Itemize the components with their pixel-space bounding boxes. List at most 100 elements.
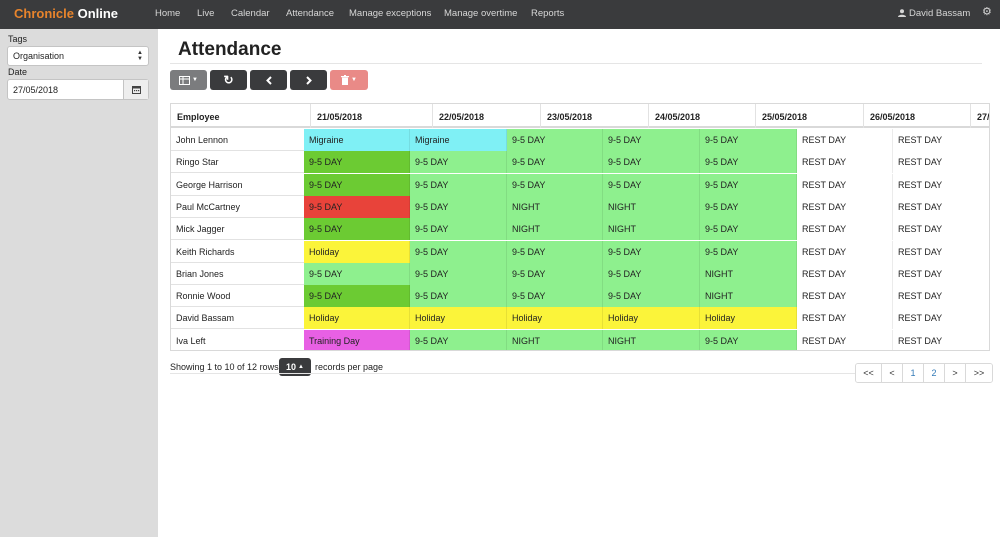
schedule-cell[interactable]: NIGHT [700, 262, 797, 285]
schedule-cell[interactable]: REST DAY [893, 307, 989, 330]
previous-button[interactable] [250, 70, 287, 90]
user-menu[interactable]: David Bassam [898, 8, 970, 19]
schedule-cell[interactable]: 9-5 DAY [507, 285, 603, 308]
schedule-cell[interactable]: 9-5 DAY [603, 173, 700, 196]
delete-button[interactable]: ▼ [330, 70, 368, 90]
schedule-cell[interactable]: 9-5 DAY [304, 151, 410, 174]
page-prev[interactable]: < [882, 364, 903, 382]
schedule-cell[interactable]: 9-5 DAY [603, 129, 700, 151]
schedule-cell[interactable]: Holiday [304, 240, 410, 263]
table-row[interactable]: Mick Jagger 9-5 DAY 9-5 DAY NIGHT NIGHT 9-5 D… [171, 218, 989, 241]
schedule-cell[interactable]: 9-5 DAY [410, 151, 507, 174]
nav-manage-exceptions[interactable]: Manage exceptions [349, 8, 431, 19]
schedule-cell[interactable]: 9-5 DAY [603, 262, 700, 285]
schedule-cell[interactable]: Migraine [304, 129, 410, 151]
schedule-cell[interactable]: 9-5 DAY [304, 173, 410, 196]
schedule-cell[interactable]: 9-5 DAY [507, 151, 603, 174]
page-2[interactable]: 2 [924, 364, 945, 382]
page-1[interactable]: 1 [903, 364, 924, 382]
tags-select[interactable]: Organisation ▲ ▼ [7, 46, 149, 66]
schedule-cell[interactable]: REST DAY [893, 240, 989, 263]
schedule-cell[interactable]: Holiday [603, 307, 700, 330]
table-row[interactable]: Paul McCartney 9-5 DAY 9-5 DAY NIGHT NIGHT 9-… [171, 195, 989, 218]
schedule-cell[interactable]: REST DAY [893, 218, 989, 241]
schedule-cell[interactable]: 9-5 DAY [410, 218, 507, 241]
table-row[interactable]: Ringo Star 9-5 DAY 9-5 DAY 9-5 DAY 9-5 DAY 9-… [171, 151, 989, 174]
table-row[interactable]: George Harrison 9-5 DAY 9-5 DAY 9-5 DAY 9-5 … [171, 173, 989, 196]
header-date[interactable]: 27/05/2018 [971, 104, 989, 128]
page-first[interactable]: << [856, 364, 882, 382]
date-field[interactable]: 27/05/2018 [7, 79, 149, 100]
schedule-cell[interactable]: NIGHT [603, 195, 700, 218]
header-date[interactable]: 22/05/2018 [433, 104, 541, 128]
schedule-cell[interactable]: Migraine [410, 129, 507, 151]
schedule-cell[interactable]: 9-5 DAY [603, 151, 700, 174]
header-date[interactable]: 23/05/2018 [541, 104, 649, 128]
nav-calendar[interactable]: Calendar [231, 8, 270, 19]
table-row[interactable]: Iva Left Training Day 9-5 DAY NIGHT NIGHT 9-5… [171, 329, 989, 350]
gear-icon[interactable]: ⚙ [982, 5, 992, 18]
schedule-cell[interactable]: Holiday [507, 307, 603, 330]
schedule-cell[interactable]: REST DAY [893, 329, 989, 350]
nav-live[interactable]: Live [197, 8, 214, 19]
schedule-cell[interactable]: 9-5 DAY [700, 329, 797, 350]
schedule-cell[interactable]: REST DAY [893, 151, 989, 174]
header-date[interactable]: 26/05/2018 [864, 104, 971, 128]
columns-button[interactable]: ▼ [170, 70, 207, 90]
header-date[interactable]: 24/05/2018 [649, 104, 756, 128]
table-row[interactable]: Keith Richards Holiday 9-5 DAY 9-5 DAY 9-5 D… [171, 240, 989, 263]
refresh-button[interactable]: ↻ [210, 70, 247, 90]
schedule-cell[interactable]: REST DAY [893, 173, 989, 196]
schedule-cell[interactable]: NIGHT [603, 329, 700, 350]
schedule-cell[interactable]: 9-5 DAY [507, 173, 603, 196]
schedule-cell[interactable]: 9-5 DAY [304, 262, 410, 285]
schedule-cell[interactable]: 9-5 DAY [410, 240, 507, 263]
next-button[interactable] [290, 70, 327, 90]
schedule-cell[interactable]: Holiday [700, 307, 797, 330]
schedule-cell[interactable]: 9-5 DAY [410, 285, 507, 308]
schedule-cell[interactable]: 9-5 DAY [700, 240, 797, 263]
schedule-cell[interactable]: 9-5 DAY [410, 173, 507, 196]
nav-attendance[interactable]: Attendance [286, 8, 334, 19]
schedule-cell[interactable]: 9-5 DAY [304, 195, 410, 218]
schedule-cell[interactable]: REST DAY [797, 262, 893, 285]
header-employee[interactable]: Employee [171, 104, 311, 128]
schedule-cell[interactable]: REST DAY [893, 129, 989, 151]
schedule-cell[interactable]: 9-5 DAY [603, 285, 700, 308]
page-last[interactable]: >> [966, 364, 992, 382]
schedule-cell[interactable]: REST DAY [797, 218, 893, 241]
schedule-cell[interactable]: 9-5 DAY [410, 329, 507, 350]
schedule-cell[interactable]: NIGHT [700, 285, 797, 308]
schedule-cell[interactable]: 9-5 DAY [304, 218, 410, 241]
schedule-cell[interactable]: REST DAY [797, 173, 893, 196]
schedule-cell[interactable]: NIGHT [603, 218, 700, 241]
brand-logo[interactable]: Chronicle Online [14, 6, 118, 21]
schedule-cell[interactable]: 9-5 DAY [700, 151, 797, 174]
schedule-cell[interactable]: REST DAY [797, 129, 893, 151]
schedule-cell[interactable]: REST DAY [797, 285, 893, 308]
calendar-icon[interactable] [123, 80, 148, 99]
schedule-cell[interactable]: REST DAY [893, 285, 989, 308]
schedule-cell[interactable]: NIGHT [507, 195, 603, 218]
table-row[interactable]: Brian Jones 9-5 DAY 9-5 DAY 9-5 DAY 9-5 DAY N… [171, 262, 989, 285]
header-date[interactable]: 21/05/2018 [311, 104, 433, 128]
schedule-cell[interactable]: REST DAY [797, 240, 893, 263]
schedule-cell[interactable]: 9-5 DAY [700, 218, 797, 241]
schedule-cell[interactable]: 9-5 DAY [700, 129, 797, 151]
schedule-cell[interactable]: REST DAY [797, 195, 893, 218]
page-next[interactable]: > [945, 364, 966, 382]
schedule-cell[interactable]: 9-5 DAY [507, 240, 603, 263]
schedule-cell[interactable]: 9-5 DAY [507, 129, 603, 151]
schedule-cell[interactable]: 9-5 DAY [700, 173, 797, 196]
header-date[interactable]: 25/05/2018 [756, 104, 864, 128]
schedule-cell[interactable]: NIGHT [507, 329, 603, 350]
nav-manage-overtime[interactable]: Manage overtime [444, 8, 517, 19]
schedule-cell[interactable]: 9-5 DAY [410, 262, 507, 285]
schedule-cell[interactable]: 9-5 DAY [304, 285, 410, 308]
schedule-cell[interactable]: Holiday [304, 307, 410, 330]
schedule-cell[interactable]: REST DAY [893, 262, 989, 285]
schedule-cell[interactable]: 9-5 DAY [410, 195, 507, 218]
table-row[interactable]: John Lennon Migraine Migraine 9-5 DAY 9-5 DA… [171, 129, 989, 151]
schedule-cell[interactable]: 9-5 DAY [507, 262, 603, 285]
table-row[interactable]: Ronnie Wood 9-5 DAY 9-5 DAY 9-5 DAY 9-5 DAY N… [171, 285, 989, 308]
